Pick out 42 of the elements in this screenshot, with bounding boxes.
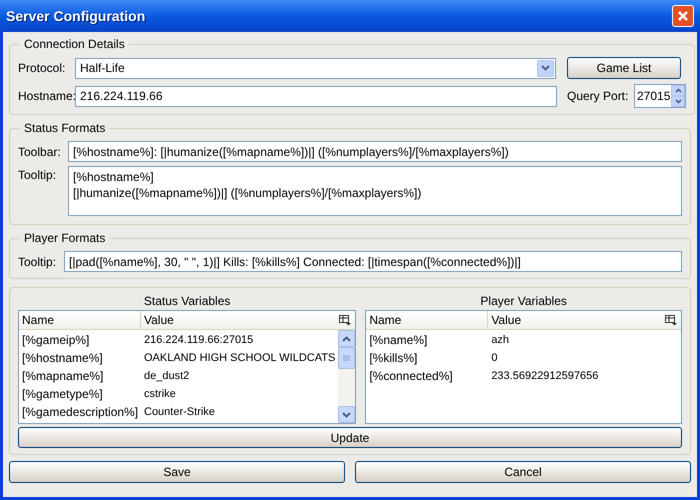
port-spinner[interactable]: 27015 [634, 84, 686, 108]
table-cell-text: cstrike [143, 386, 177, 402]
column-header[interactable]: Value [488, 311, 665, 329]
update-button[interactable]: Update [18, 427, 682, 448]
dialog-button[interactable]: Cancel [355, 461, 691, 483]
column-header[interactable]: Name [366, 311, 488, 329]
list-title: Status Variables [142, 293, 232, 310]
table-cell-text: [%gameip%] [21, 332, 90, 349]
window-title: Server Configuration [6, 6, 146, 26]
table-cell-text: OAKLAND HIGH SCHOOL WILDCATS [143, 350, 336, 366]
group-title: Status Formats [23, 120, 106, 137]
player-tooltip-field[interactable]: [|pad([%name%], 30, " ", 1)|] Kills: [%kills%] Connected: [|timespan([%connected%])|] [64, 251, 682, 272]
table-cell-text: [%connected%] [368, 368, 454, 385]
field-label: Query Port: [567, 88, 630, 105]
field-label: Tooltip: [18, 167, 58, 184]
table-cell-text: [%gamedescription%] [21, 404, 140, 421]
table-cell-text: [%gametype%] [21, 386, 104, 403]
field-label: Toolbar: [18, 144, 62, 160]
column-header[interactable]: Name [19, 311, 141, 329]
toolbar-format-field[interactable]: [%hostname%]: [|humanize([%mapname%])|] ([%numplayers%]/[%maxplayers%]) [68, 141, 682, 162]
table-cell-text: [%hostname%] [21, 350, 104, 367]
table-cell-text: 233.56922912597656 [490, 368, 600, 384]
table-cell-text: [%name%] [368, 332, 428, 349]
field-label: Hostname: [18, 88, 75, 105]
list-title: Player Variables [479, 293, 568, 310]
tooltip-format-area[interactable]: [%hostname%] [|humanize([%mapname%])|] ([%numplayers%]/[%maxplayers%]) [68, 166, 682, 216]
dialog-button[interactable]: Save [9, 461, 345, 483]
table-cell-text: 216.224.119.66:27015 [143, 332, 254, 348]
table-cell-text: [%kills%] [368, 350, 418, 367]
protocol-dropdown[interactable]: Half-Life [75, 58, 556, 78]
table-cell-text: de_dust2 [143, 368, 190, 384]
game-list-button[interactable]: Game List [567, 57, 681, 79]
table-cell-text: 0 [490, 350, 498, 366]
column-header[interactable]: Value [141, 311, 340, 329]
field-label: Protocol: [18, 60, 66, 77]
table-cell-text: azh [490, 332, 510, 348]
table-cell-text: Counter-Strike [143, 404, 216, 420]
group-title: Connection Details [23, 36, 126, 53]
field-label: Tooltip: [18, 254, 58, 270]
group-title: Player Formats [23, 230, 106, 247]
hostname-field[interactable]: 216.224.119.66 [75, 86, 557, 106]
table-cell-text: [%mapname%] [21, 368, 104, 385]
